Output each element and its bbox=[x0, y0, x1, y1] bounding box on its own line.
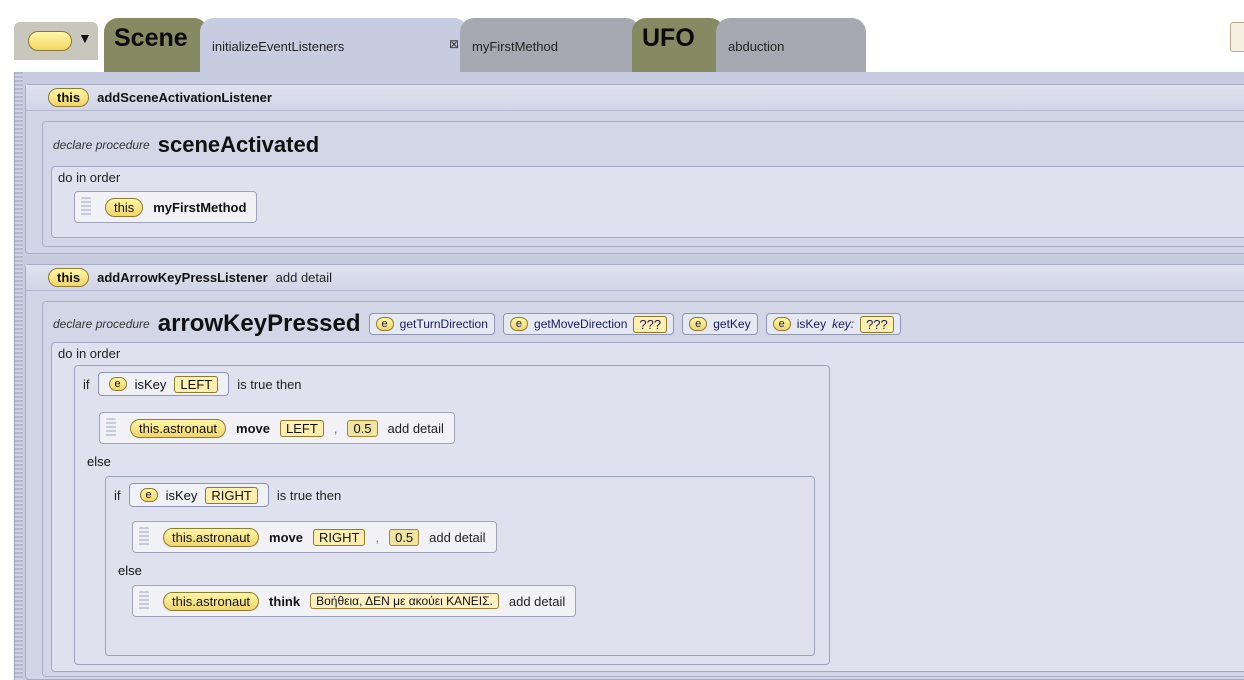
arrow-key-press-listener[interactable]: this addArrowKeyPressListener add detail… bbox=[25, 264, 1244, 680]
procedure-block: declare procedure sceneActivated do in o… bbox=[42, 121, 1244, 247]
condition-method: isKey bbox=[134, 376, 167, 392]
do-in-order-block[interactable]: do in order if e isKey LEFT is true then… bbox=[51, 342, 1244, 672]
comma-separator: , bbox=[333, 420, 338, 436]
param-method: getTurnDirection bbox=[399, 317, 488, 331]
type-selector-button[interactable]: ▼ bbox=[14, 22, 98, 60]
add-detail-dropdown[interactable]: add detail bbox=[429, 530, 485, 545]
do-in-order-label: do in order bbox=[58, 170, 121, 185]
is-true-then-label: is true then bbox=[276, 487, 342, 503]
event-param-pill[interactable]: e bbox=[375, 317, 394, 331]
listener-method: addArrowKeyPressListener bbox=[97, 270, 268, 285]
event-param-pill[interactable]: e bbox=[689, 317, 708, 331]
param-method: getKey bbox=[713, 317, 751, 331]
declare-procedure-label: declare procedure bbox=[53, 138, 150, 152]
method-name: move bbox=[269, 529, 304, 545]
document-icon[interactable] bbox=[1230, 22, 1244, 52]
tab-type-label: Scene bbox=[114, 24, 188, 52]
comma-separator: , bbox=[375, 529, 380, 545]
param-get-key[interactable]: e getKey bbox=[682, 313, 758, 335]
do-in-order-block[interactable]: do in order this myFirstMethod bbox=[51, 166, 1244, 238]
param-get-move-direction[interactable]: e getMoveDirection ??? bbox=[502, 313, 675, 335]
procedure-block: declare procedure arrowKeyPressed e getT… bbox=[42, 301, 1244, 677]
add-detail-dropdown[interactable]: add detail bbox=[388, 421, 444, 436]
statement-think[interactable]: this.astronaut think Βοήθεια, ΔΕΝ με ακο… bbox=[132, 585, 577, 617]
tab-abduction[interactable]: abduction bbox=[716, 18, 866, 72]
if-block-left[interactable]: if e isKey LEFT is true then this.astron… bbox=[74, 365, 830, 665]
if-condition-line: if e isKey RIGHT is true then bbox=[114, 483, 341, 507]
add-detail-dropdown[interactable]: add detail bbox=[276, 270, 332, 285]
tab-my-first-method[interactable]: myFirstMethod bbox=[460, 18, 640, 72]
listener-header: this addSceneActivationListener bbox=[26, 85, 1244, 111]
event-param-pill[interactable]: e bbox=[772, 317, 791, 331]
tab-method-label: initializeEventListeners bbox=[212, 39, 345, 54]
procedure-header: declare procedure arrowKeyPressed e getT… bbox=[53, 310, 901, 338]
amount-slot[interactable]: 0.5 bbox=[347, 419, 378, 437]
event-param-pill[interactable]: e bbox=[509, 317, 529, 331]
tab-method-label: abduction bbox=[728, 39, 785, 54]
text-literal-slot[interactable]: Βοήθεια, ΔΕΝ με ακούει ΚΑΝΕΙΣ. bbox=[310, 593, 499, 609]
direction-slot[interactable]: LEFT bbox=[280, 419, 324, 437]
if-condition-line: if e isKey LEFT is true then bbox=[83, 372, 302, 396]
amount-slot[interactable]: 0.5 bbox=[389, 528, 420, 546]
key-enum-slot[interactable]: RIGHT bbox=[205, 486, 258, 504]
param-get-turn-direction[interactable]: e getTurnDirection bbox=[368, 313, 495, 335]
method-name: move bbox=[236, 420, 271, 436]
statement-my-first-method[interactable]: this myFirstMethod bbox=[74, 191, 258, 223]
tab-initialize-event-listeners[interactable]: initializeEventListeners ⊠ bbox=[200, 18, 468, 72]
code-editor: this addSceneActivationListener declare … bbox=[14, 72, 1244, 680]
type-oval-icon bbox=[28, 31, 72, 51]
this-pill[interactable]: this bbox=[48, 268, 90, 287]
condition-method: isKey bbox=[165, 487, 198, 503]
param-method: getMoveDirection bbox=[534, 317, 628, 331]
key-enum-slot[interactable]: LEFT bbox=[174, 375, 219, 393]
condition-is-key-left[interactable]: e isKey LEFT bbox=[97, 372, 230, 396]
tab-type-scene[interactable]: Scene bbox=[104, 18, 208, 72]
this-astronaut-pill[interactable]: this.astronaut bbox=[130, 418, 227, 438]
procedure-header: declare procedure sceneActivated bbox=[53, 132, 319, 158]
else-keyword: else bbox=[118, 563, 142, 578]
direction-slot[interactable]: RIGHT bbox=[313, 528, 366, 546]
declare-procedure-label: declare procedure bbox=[53, 317, 150, 331]
chevron-down-icon: ▼ bbox=[78, 30, 92, 46]
if-keyword: if bbox=[83, 376, 90, 392]
this-astronaut-pill[interactable]: this.astronaut bbox=[163, 591, 260, 611]
event-param-pill[interactable]: e bbox=[139, 488, 158, 502]
arg-slot[interactable]: ??? bbox=[860, 315, 894, 333]
condition-is-key-right[interactable]: e isKey RIGHT bbox=[128, 483, 269, 507]
procedure-name: arrowKeyPressed bbox=[157, 310, 361, 337]
method-name: think bbox=[269, 593, 301, 609]
statement-move-left[interactable]: this.astronaut move LEFT , 0.5 add detai… bbox=[99, 412, 455, 444]
listener-method: addSceneActivationListener bbox=[97, 90, 272, 105]
key-label: key: bbox=[832, 317, 855, 331]
procedure-name: sceneActivated bbox=[157, 132, 320, 157]
this-astronaut-pill[interactable]: this.astronaut bbox=[163, 527, 260, 547]
is-true-then-label: is true then bbox=[237, 376, 302, 392]
else-keyword: else bbox=[87, 454, 111, 469]
close-icon[interactable]: ⊠ bbox=[449, 37, 459, 51]
do-in-order-label: do in order bbox=[58, 346, 121, 361]
tab-type-label: UFO bbox=[642, 24, 695, 52]
listener-header: this addArrowKeyPressListener add detail bbox=[26, 265, 1244, 291]
statement-move-right[interactable]: this.astronaut move RIGHT , 0.5 add deta… bbox=[132, 521, 497, 553]
if-block-right[interactable]: if e isKey RIGHT is true then this.astro… bbox=[105, 476, 815, 656]
event-param-pill[interactable]: e bbox=[108, 377, 127, 391]
if-keyword: if bbox=[114, 487, 121, 503]
tab-type-ufo[interactable]: UFO bbox=[632, 18, 724, 72]
method-name: myFirstMethod bbox=[153, 199, 247, 215]
this-pill[interactable]: this bbox=[48, 88, 90, 107]
scene-activation-listener[interactable]: this addSceneActivationListener declare … bbox=[25, 84, 1244, 254]
param-method: isKey bbox=[796, 317, 827, 331]
param-is-key[interactable]: e isKey key: ??? bbox=[765, 313, 901, 335]
add-detail-dropdown[interactable]: add detail bbox=[509, 594, 565, 609]
arg-slot[interactable]: ??? bbox=[633, 315, 668, 333]
tab-strip: ▼ Scene initializeEventListeners ⊠ myFir… bbox=[0, 0, 1244, 72]
this-pill[interactable]: this bbox=[105, 197, 144, 217]
tab-method-label: myFirstMethod bbox=[472, 39, 558, 54]
